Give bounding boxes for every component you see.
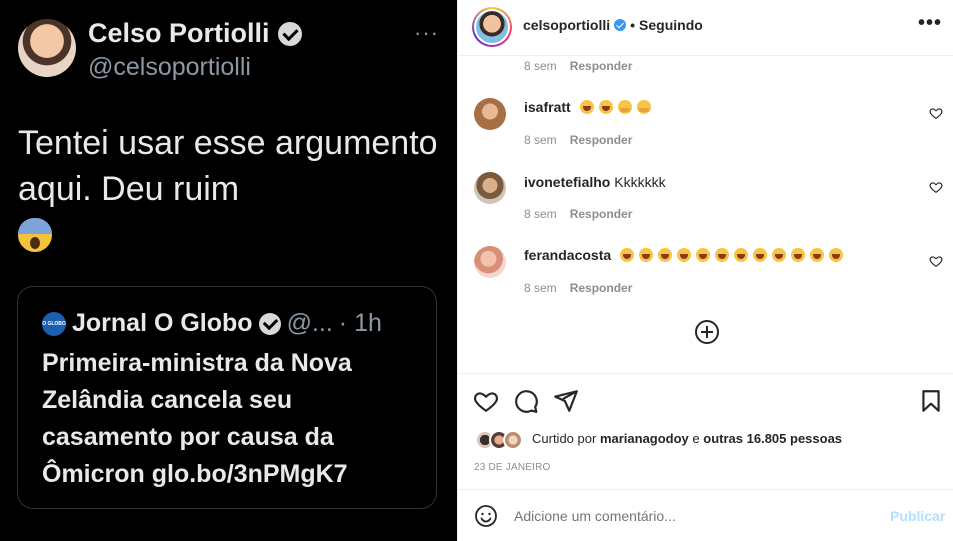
comment-composer: Publicar <box>458 489 953 541</box>
list-item: ferandacosta <box>524 247 844 263</box>
more-options-icon[interactable]: ••• <box>918 12 942 35</box>
verified-badge-icon <box>277 21 302 46</box>
comment-meta: 8 sem Responder <box>524 59 632 73</box>
post-header: celsoportiolli • Seguindo ••• <box>458 0 953 56</box>
tweet-name-row: Celso Portiolli <box>88 18 302 49</box>
laughing-face-icon <box>696 248 711 262</box>
hugging-face-icon <box>617 100 632 114</box>
laughing-face-icon <box>658 248 673 262</box>
reply-button[interactable]: Responder <box>570 281 633 295</box>
quoted-handle: @... <box>286 309 333 337</box>
liked-by-text: Curtido por marianagodoy e outras 16.805… <box>532 431 842 446</box>
like-heart-icon[interactable] <box>473 388 499 414</box>
comment-input[interactable] <box>514 508 874 524</box>
separator-dot: • <box>630 17 636 33</box>
quoted-time: · 1h <box>338 309 382 337</box>
share-paper-plane-icon[interactable] <box>553 388 579 414</box>
publish-button[interactable]: Publicar <box>890 508 945 524</box>
laughing-face-icon <box>791 248 806 262</box>
comment-time[interactable]: 8 sem <box>524 59 557 73</box>
verified-badge-icon <box>258 312 281 335</box>
load-more-comments-icon[interactable] <box>695 320 719 344</box>
author-username[interactable]: celsoportiolli <box>523 17 610 33</box>
comment-time[interactable]: 8 sem <box>524 207 557 221</box>
fearful-face-icon <box>18 218 52 252</box>
avatar[interactable] <box>503 430 523 450</box>
comment-text: Kkkkkkk <box>614 174 666 190</box>
comment-username[interactable]: ferandacosta <box>524 247 611 263</box>
tweet-screenshot: Celso Portiolli @celsoportiolli ··· Tent… <box>0 0 457 541</box>
list-item: ivonetefialho Kkkkkkk <box>524 174 666 190</box>
quoted-tweet-header: O GLOBO Jornal O Globo @... · 1h <box>42 309 382 338</box>
comment-bubble-icon[interactable] <box>513 388 539 414</box>
comment-username[interactable]: isafratt <box>524 99 571 115</box>
avatar[interactable] <box>474 246 506 278</box>
comment-meta: 8 sem Responder <box>524 207 632 221</box>
laughing-face-icon <box>579 100 594 114</box>
avatar[interactable] <box>474 98 506 130</box>
tweet-handle: @celsoportiolli <box>88 53 251 81</box>
comment-time[interactable]: 8 sem <box>524 281 557 295</box>
post-date[interactable]: 23 DE JANEIRO <box>474 462 551 473</box>
liked-by-prefix: Curtido por <box>532 431 597 446</box>
save-bookmark-icon[interactable] <box>918 388 944 414</box>
reply-button[interactable]: Responder <box>570 59 633 73</box>
oglobo-logo-icon: O GLOBO <box>42 311 66 336</box>
likers-avatars[interactable] <box>475 430 527 450</box>
tweet-text: Tentei usar esse argumento aqui. Deu rui… <box>18 120 438 258</box>
avatar[interactable] <box>474 172 506 204</box>
like-comment-heart-icon[interactable] <box>929 106 943 120</box>
comment-meta: 8 sem Responder <box>524 133 632 147</box>
liked-by-and: e <box>692 431 700 446</box>
quoted-tweet: O GLOBO Jornal O Globo @... · 1h Primeir… <box>17 286 437 509</box>
tweet-avatar <box>18 19 76 77</box>
quoted-display-name: Jornal O Globo <box>72 309 253 337</box>
laughing-face-icon <box>829 248 844 262</box>
tweet-text-body: Tentei usar esse argumento aqui. Deu rui… <box>18 124 438 208</box>
comment-username[interactable]: ivonetefialho <box>524 174 610 190</box>
like-comment-heart-icon[interactable] <box>929 254 943 268</box>
laughing-face-icon <box>620 248 635 262</box>
laughing-face-icon <box>753 248 768 262</box>
tweet-display-name: Celso Portiolli <box>88 18 270 48</box>
emoji-smile-icon[interactable] <box>474 504 498 528</box>
hugging-face-icon <box>636 100 651 114</box>
following-button[interactable]: Seguindo <box>639 17 703 33</box>
laughing-face-icon <box>677 248 692 262</box>
laughing-face-icon <box>810 248 825 262</box>
tweet-more-icon: ··· <box>414 20 439 45</box>
laughing-face-icon <box>772 248 787 262</box>
like-comment-heart-icon[interactable] <box>929 180 943 194</box>
verified-badge-icon <box>614 19 627 31</box>
reply-button[interactable]: Responder <box>570 207 633 221</box>
list-item: isafratt <box>524 99 651 115</box>
laughing-face-icon <box>734 248 749 262</box>
quoted-text: Primeira-ministra da Nova Zelândia cance… <box>42 349 352 488</box>
liked-by-others[interactable]: outras 16.805 pessoas <box>703 431 842 446</box>
post-actions: Curtido por marianagodoy e outras 16.805… <box>458 373 953 489</box>
instagram-post-panel: celsoportiolli • Seguindo ••• 8 sem Resp… <box>457 0 953 541</box>
comment-meta: 8 sem Responder <box>524 281 632 295</box>
comments-list: 8 sem Responder isafratt 8 sem Responder… <box>458 57 953 373</box>
liked-by-user[interactable]: marianagodoy <box>600 431 689 446</box>
laughing-face-icon <box>598 100 613 114</box>
laughing-face-icon <box>639 248 654 262</box>
story-ring[interactable] <box>472 7 512 47</box>
reply-button[interactable]: Responder <box>570 133 633 147</box>
laughing-face-icon <box>715 248 730 262</box>
comment-time[interactable]: 8 sem <box>524 133 557 147</box>
post-author: celsoportiolli • Seguindo <box>523 17 703 33</box>
avatar[interactable] <box>474 9 510 45</box>
